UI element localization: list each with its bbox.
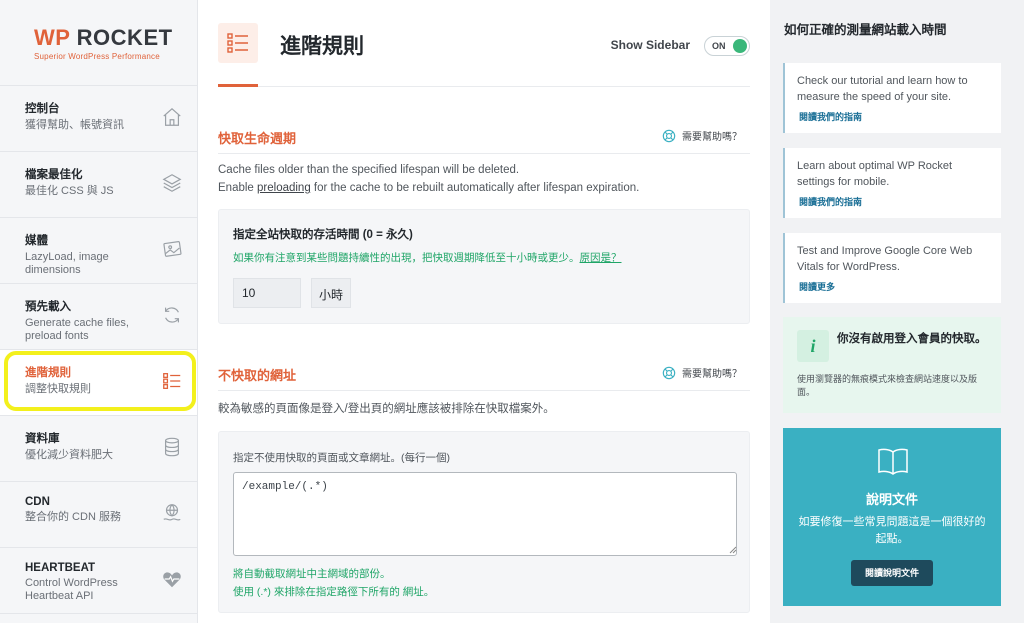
sidebar-item-dashboard[interactable]: 控制台 獲得幫助、帳號資訊 bbox=[0, 86, 197, 152]
never-cache-box: 指定不使用快取的頁面或文章網址。(每行一個) /example/(.*) 將自動… bbox=[218, 431, 750, 613]
database-icon bbox=[164, 437, 180, 457]
page-header: 進階規則 Show Sidebar ON bbox=[218, 20, 750, 87]
desc-suffix: for the cache to be rebuilt automaticall… bbox=[310, 182, 640, 194]
sidebar-item-cdn[interactable]: CDN 整合你的 CDN 服務 bbox=[0, 482, 197, 548]
sidebar-item-heartbeat[interactable]: HEARTBEAT Control WordPress Heartbeat AP… bbox=[0, 548, 197, 614]
card-link[interactable]: 閱讀我們的指南 bbox=[799, 110, 862, 123]
sidebar-item-preload[interactable]: 預先載入 Generate cache files, preload fonts bbox=[0, 284, 197, 350]
card-text: Learn about optimal WP Rocket settings f… bbox=[797, 160, 953, 188]
toggle-label: ON bbox=[712, 41, 726, 51]
home-icon bbox=[163, 107, 181, 126]
desc-line-2: Enable preloading for the cache to be re… bbox=[218, 179, 639, 197]
documentation-panel: 說明文件 如要修復一些常見問題這是一個很好的起點。 閱讀說明文件 bbox=[783, 428, 1001, 606]
layers-icon bbox=[162, 174, 182, 192]
never-cache-hint-1: 將自動截取網址中主網域的部份。 bbox=[233, 568, 391, 580]
desc-line-1: Cache files older than the specified lif… bbox=[218, 164, 520, 176]
cache-lifespan-help-link[interactable]: 需要幫助嗎？ bbox=[662, 128, 742, 143]
lifespan-note: 如果你有注意到某些問題持續性的出現，把快取週期降低至十小時或更少。原因是？ bbox=[233, 250, 622, 265]
cache-lifespan-box: 指定全站快取的存活時間 (0 = 永久) 如果你有注意到某些問題持續性的出現，把… bbox=[218, 209, 750, 324]
never-cache-field-label: 指定不使用快取的頁面或文章網址。(每行一個) bbox=[233, 452, 450, 464]
show-sidebar-label: Show Sidebar bbox=[610, 38, 690, 52]
section-icon bbox=[218, 23, 258, 63]
help-label: 需要幫助嗎？ bbox=[682, 369, 742, 380]
page-title: 進階規則 bbox=[280, 35, 364, 58]
sidebar-item-subtitle: 最佳化 CSS 與 JS bbox=[25, 185, 114, 197]
cache-lifespan-header: 快取生命週期 需要幫助嗎？ bbox=[218, 124, 750, 154]
card-text: Test and Improve Google Core Web Vitals … bbox=[797, 245, 973, 273]
lifebuoy-icon bbox=[662, 366, 676, 379]
never-cache-hint-2: 使用 (.*) 來排除在指定路徑下所有的 網址。 bbox=[233, 586, 435, 598]
wp-rocket-logo[interactable]: WP ROCKET Superior WordPress Performance bbox=[0, 0, 197, 86]
desc-prefix: Enable bbox=[218, 182, 258, 194]
logged-in-cache-tip: i 你沒有啟用登入會員的快取。 使用瀏覽器的無痕模式來檢查網站速度以及版面。 bbox=[783, 317, 1001, 413]
never-cache-header: 不快取的網址 需要幫助嗎？ bbox=[218, 361, 750, 391]
never-cache-help-link[interactable]: 需要幫助嗎？ bbox=[662, 365, 742, 380]
logo-rocket: ROCKET bbox=[76, 24, 173, 50]
read-docs-button[interactable]: 閱讀說明文件 bbox=[851, 560, 933, 586]
heart-icon bbox=[163, 572, 181, 588]
lifespan-unit-select[interactable]: 小時 bbox=[311, 278, 351, 308]
tip-subtitle: 使用瀏覽器的無痕模式來檢查網站速度以及版面。 bbox=[797, 374, 978, 397]
sidebar-item-subtitle: Generate cache files, preload fonts bbox=[25, 317, 129, 342]
right-panel-title: 如何正確的測量網站載入時間 bbox=[784, 23, 947, 37]
cache-lifespan-description: Cache files older than the specified lif… bbox=[218, 161, 639, 197]
docs-title: 說明文件 bbox=[865, 492, 918, 507]
sidebar-item-subtitle: 獲得幫助、帳號資訊 bbox=[25, 119, 124, 131]
sidebar-item-subtitle: 整合你的 CDN 服務 bbox=[25, 511, 121, 523]
sidebar-item-subtitle: LazyLoad, image dimensions bbox=[25, 251, 109, 276]
show-sidebar-toggle[interactable]: ON bbox=[704, 36, 750, 56]
cdn-icon bbox=[163, 504, 181, 521]
sidebar-item-media[interactable]: 媒體 LazyLoad, image dimensions bbox=[0, 218, 197, 284]
header-underline bbox=[218, 84, 258, 87]
info-icon: i bbox=[797, 330, 829, 362]
mobile-card: Learn about optimal WP Rocket settings f… bbox=[783, 148, 1001, 218]
lifespan-value-input[interactable]: 10 bbox=[233, 278, 301, 308]
toggle-knob bbox=[733, 39, 747, 53]
never-cache-textarea[interactable]: /example/(.*) bbox=[233, 472, 737, 556]
checklist-icon bbox=[163, 373, 181, 389]
why-link[interactable]: 原因是？ bbox=[580, 252, 622, 264]
resize-handle-icon[interactable] bbox=[729, 546, 737, 554]
card-text: Check our tutorial and learn how to meas… bbox=[797, 75, 968, 103]
card-link[interactable]: 閱讀更多 bbox=[799, 280, 835, 293]
note-text: 如果你有注意到某些問題持續性的出現，把快取週期降低至十小時或更少。 bbox=[233, 252, 580, 264]
never-cache-title: 不快取的網址 bbox=[218, 368, 297, 383]
card-link[interactable]: 閱讀我們的指南 bbox=[799, 195, 862, 208]
tutorial-card: Check our tutorial and learn how to meas… bbox=[783, 63, 1001, 133]
docs-subtitle: 如要修復一些常見問題這是一個很好的起點。 bbox=[798, 516, 986, 545]
never-cache-description: 較為敏感的頁面像是登入/登出頁的網址應該被排除在快取檔案外。 bbox=[218, 403, 555, 415]
lifebuoy-icon bbox=[662, 129, 676, 142]
sidebar-item-file-optimization[interactable]: 檔案最佳化 最佳化 CSS 與 JS bbox=[0, 152, 197, 218]
cache-lifespan-title: 快取生命週期 bbox=[218, 131, 297, 146]
preloading-link[interactable]: preloading bbox=[257, 182, 311, 194]
sidebar-item-database[interactable]: 資料庫 優化減少資料肥大 bbox=[0, 416, 197, 482]
refresh-icon bbox=[164, 307, 180, 323]
tip-title: 你沒有啟用登入會員的快取。 bbox=[837, 333, 987, 345]
lifespan-field-label: 指定全站快取的存活時間 (0 = 永久) bbox=[233, 229, 413, 241]
core-web-vitals-card: Test and Improve Google Core Web Vitals … bbox=[783, 233, 1001, 303]
right-sidebar: 如何正確的測量網站載入時間 Check our tutorial and lea… bbox=[770, 0, 1024, 623]
logo-tagline: Superior WordPress Performance bbox=[34, 51, 160, 61]
sidebar-item-subtitle: Control WordPress Heartbeat API bbox=[25, 577, 118, 602]
book-icon bbox=[878, 448, 908, 475]
logo-wp: WP bbox=[34, 24, 71, 50]
help-label: 需要幫助嗎？ bbox=[682, 132, 742, 143]
sidebar-item-subtitle: 調整快取規則 bbox=[25, 383, 91, 395]
image-icon bbox=[163, 241, 182, 257]
sidebar-item-advanced-rules[interactable]: 進階規則 調整快取規則 bbox=[0, 350, 197, 416]
sidebar-item-subtitle: 優化減少資料肥大 bbox=[25, 449, 113, 461]
sidebar: WP ROCKET Superior WordPress Performance… bbox=[0, 0, 198, 623]
main-content: 進階規則 Show Sidebar ON 快取生命週期 需要幫助嗎？ Cache… bbox=[198, 0, 770, 623]
